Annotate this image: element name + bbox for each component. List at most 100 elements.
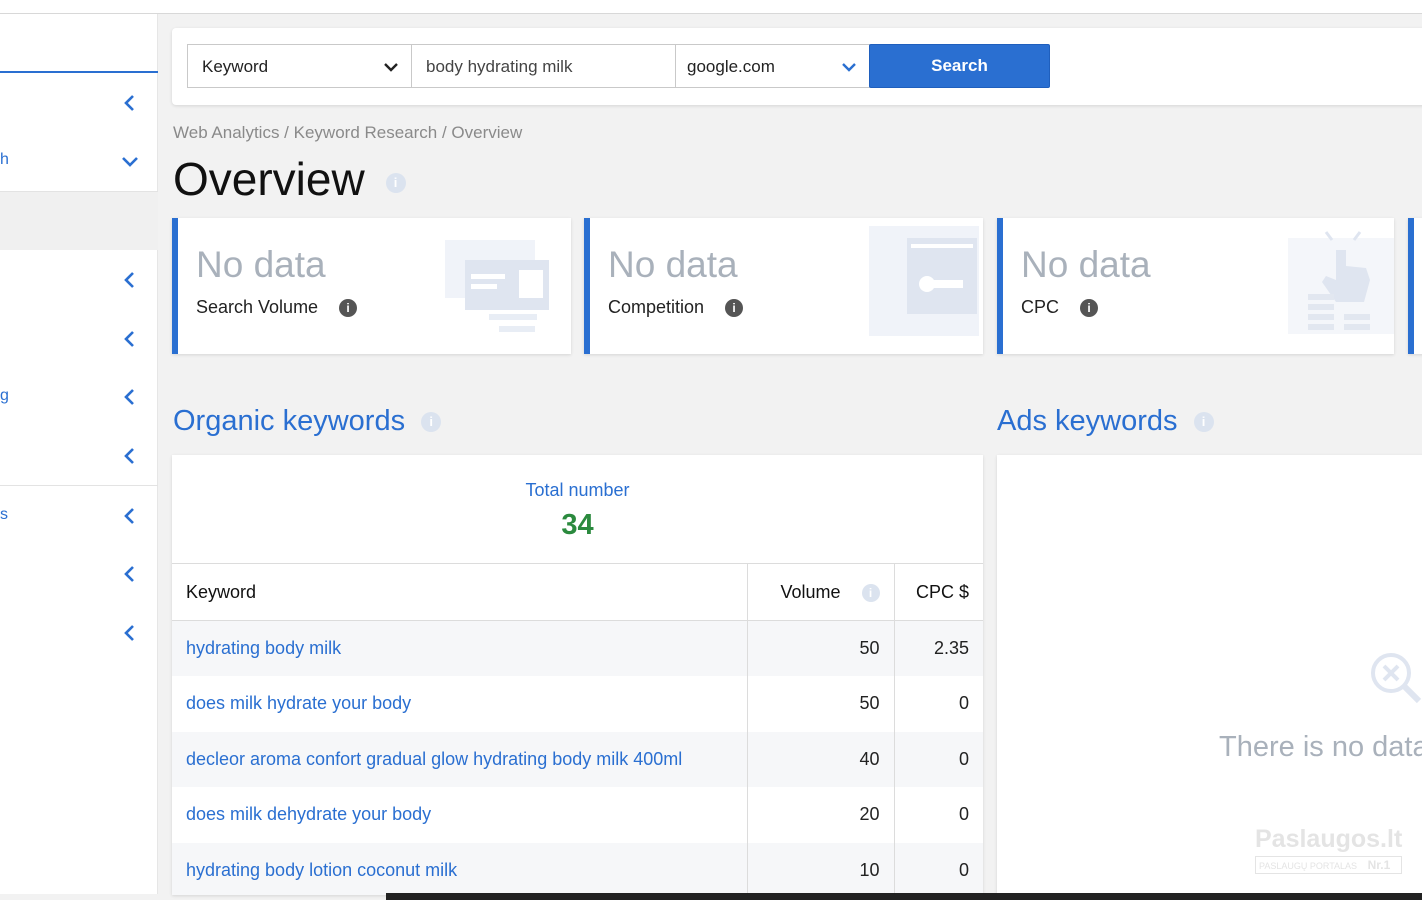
ads-keywords-panel: There is no data t Paslaugos.lt PASLAUGŲ…: [997, 455, 1422, 895]
key-window-illustration-icon: [869, 226, 979, 336]
competition-label: Competition: [608, 297, 705, 317]
browser-window-illustration-icon: [445, 240, 549, 332]
ads-keywords-heading: Ads keywords i: [997, 405, 1214, 438]
total-number-label: Total number: [525, 480, 630, 500]
keyword-input[interactable]: body hydrating milk: [411, 44, 676, 88]
volume-cell: 50: [746, 620, 894, 676]
breadcrumb[interactable]: Web Analytics / Keyword Research / Overv…: [173, 123, 522, 143]
keyword-input-value: body hydrating milk: [426, 57, 573, 76]
sidebar-divider: [0, 485, 158, 486]
browser-top-strip: [0, 0, 1422, 14]
chevron-left-icon: [124, 625, 134, 641]
search-type-value: Keyword: [202, 57, 269, 76]
sidebar-item-8[interactable]: [0, 554, 158, 594]
info-icon[interactable]: i: [421, 412, 442, 433]
cpc-value: No data: [1021, 244, 1151, 285]
keyword-link[interactable]: does milk hydrate your body: [172, 676, 747, 732]
chevron-left-icon: [124, 508, 134, 524]
sidebar-item-2[interactable]: h: [0, 141, 158, 181]
chevron-left-icon: [124, 95, 134, 111]
sidebar-item-7[interactable]: s: [0, 496, 158, 536]
cpc-label: CPC: [1021, 297, 1060, 317]
volume-cell: 50: [746, 676, 894, 732]
cpc-cell: 0: [893, 842, 983, 895]
table-row: does milk dehydrate your body 20 0: [172, 787, 983, 843]
sidebar-item-3[interactable]: [0, 260, 158, 300]
info-icon[interactable]: i: [1193, 412, 1214, 433]
table-row: decleor aroma confort gradual glow hydra…: [172, 731, 983, 787]
table-header-row: Keyword Volume i CPC $: [172, 563, 983, 621]
sidebar-item-4[interactable]: [0, 319, 158, 359]
keyword-link[interactable]: does milk dehydrate your body: [172, 787, 747, 843]
organic-keywords-title: Organic keywords: [173, 405, 406, 437]
keyword-link[interactable]: hydrating body milk: [172, 620, 747, 676]
sidebar-item-1[interactable]: [0, 83, 158, 123]
column-header-cpc[interactable]: CPC $: [893, 563, 983, 621]
search-volume-label-row: Search Volume i: [196, 297, 358, 318]
sidebar-item-label: g: [0, 387, 9, 404]
watermark-subtitle-text: PASLAUGŲ PORTALAS: [1259, 861, 1358, 871]
competition-value: No data: [608, 244, 738, 285]
chevron-left-icon: [124, 566, 134, 582]
watermark-logo: Paslaugos.lt PASLAUGŲ PORTALAS Nr.1: [1255, 825, 1403, 874]
table-row: hydrating body lotion coconut milk 10 0: [172, 842, 983, 895]
sidebar-divider: [0, 191, 158, 192]
organic-keywords-table: Keyword Volume i CPC $ hydrating body mi…: [172, 563, 983, 895]
chevron-left-icon: [124, 389, 134, 405]
volume-cell: 20: [746, 787, 894, 843]
search-volume-value: No data: [196, 244, 326, 285]
organic-keywords-panel: Total number 34 Keyword Volume i CPC $ h…: [172, 455, 983, 895]
info-icon[interactable]: i: [861, 583, 880, 602]
table-row: does milk hydrate your body 50 0: [172, 676, 983, 732]
chevron-left-icon: [124, 331, 134, 347]
sidebar: h g s: [0, 14, 158, 894]
column-header-volume[interactable]: Volume i: [746, 563, 894, 621]
search-volume-label: Search Volume: [196, 297, 319, 317]
sidebar-item-label: s: [0, 506, 8, 523]
volume-cell: 40: [746, 731, 894, 787]
info-icon[interactable]: i: [339, 299, 358, 318]
search-engine-select[interactable]: google.com: [675, 44, 870, 88]
sidebar-selected-background: [0, 192, 158, 250]
column-header-keyword[interactable]: Keyword: [172, 563, 747, 621]
taskbar-strip: [386, 893, 1422, 900]
partial-card: [1408, 218, 1422, 354]
search-bar-card: Keyword body hydrating milk google.com S…: [172, 28, 1422, 105]
competition-card: No data Competition i: [584, 218, 983, 354]
total-number-value: 34: [561, 509, 594, 541]
search-volume-card: No data Search Volume i: [172, 218, 571, 354]
sidebar-item-label: h: [0, 151, 9, 168]
cpc-cell: 0: [893, 676, 983, 732]
search-button[interactable]: Search: [869, 44, 1050, 88]
no-results-search-icon: [1371, 653, 1422, 704]
watermark-badge: Nr.1: [1367, 858, 1391, 872]
cpc-cell: 0: [893, 787, 983, 843]
sidebar-active-line: [0, 71, 158, 73]
hand-click-illustration-icon: [1288, 231, 1394, 334]
search-engine-value: google.com: [687, 57, 775, 76]
no-data-message: There is no data t: [1219, 731, 1422, 763]
info-icon[interactable]: i: [385, 172, 406, 193]
sidebar-item-5[interactable]: g: [0, 377, 158, 417]
cpc-label-row: CPC i: [1021, 297, 1099, 318]
chevron-down-icon: [842, 63, 856, 72]
page-title-row: Overview i: [173, 152, 406, 206]
watermark-title: Paslaugos.lt: [1255, 825, 1403, 853]
table-row: hydrating body milk 50 2.35: [172, 620, 983, 676]
volume-cell: 10: [746, 842, 894, 895]
search-type-select[interactable]: Keyword: [187, 44, 412, 88]
ads-keywords-title: Ads keywords: [997, 405, 1178, 437]
chevron-left-icon: [124, 448, 134, 464]
organic-keywords-heading: Organic keywords i: [173, 405, 442, 438]
sidebar-item-6[interactable]: [0, 436, 158, 476]
info-icon[interactable]: i: [725, 299, 744, 318]
competition-label-row: Competition i: [608, 297, 744, 318]
info-icon[interactable]: i: [1080, 299, 1099, 318]
keyword-link[interactable]: hydrating body lotion coconut milk: [172, 842, 747, 895]
sidebar-item-9[interactable]: [0, 613, 158, 653]
cpc-cell: 0: [893, 731, 983, 787]
keyword-link[interactable]: decleor aroma confort gradual glow hydra…: [172, 731, 747, 787]
chevron-down-icon: [122, 157, 138, 167]
cpc-card: No data CPC i: [997, 218, 1394, 354]
chevron-left-icon: [124, 272, 134, 288]
